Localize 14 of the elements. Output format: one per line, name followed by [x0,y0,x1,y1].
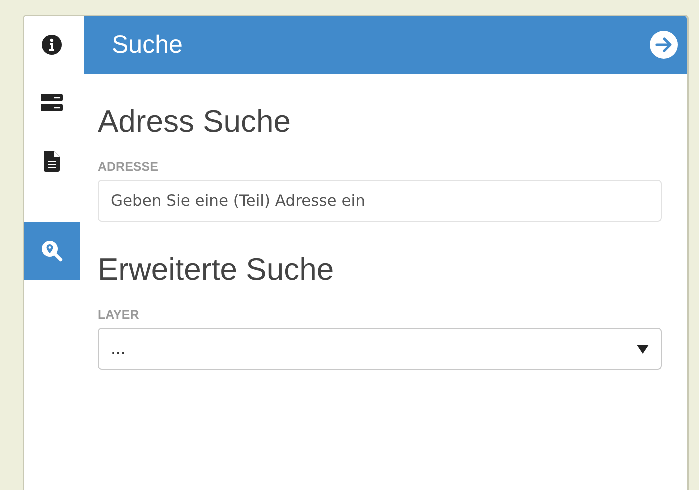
field-label: LAYER [98,308,140,322]
info-icon [41,34,63,56]
location-search-icon [40,239,64,263]
arrow-right-icon [649,30,679,60]
forward-button[interactable] [649,30,679,60]
layer-dropdown[interactable]: ... [98,328,662,370]
document-icon [44,150,60,172]
section-heading: Adress Suche [98,104,291,140]
section-heading: Erweiterte Suche [98,252,334,288]
address-input-field[interactable]: Geben Sie eine (Teil) Adresse ein [98,180,662,222]
server-icon [41,94,63,112]
dropdown-caret-icon [637,344,649,354]
panel-title: Suche [112,30,183,60]
field-label: ADRESSE [98,160,158,174]
